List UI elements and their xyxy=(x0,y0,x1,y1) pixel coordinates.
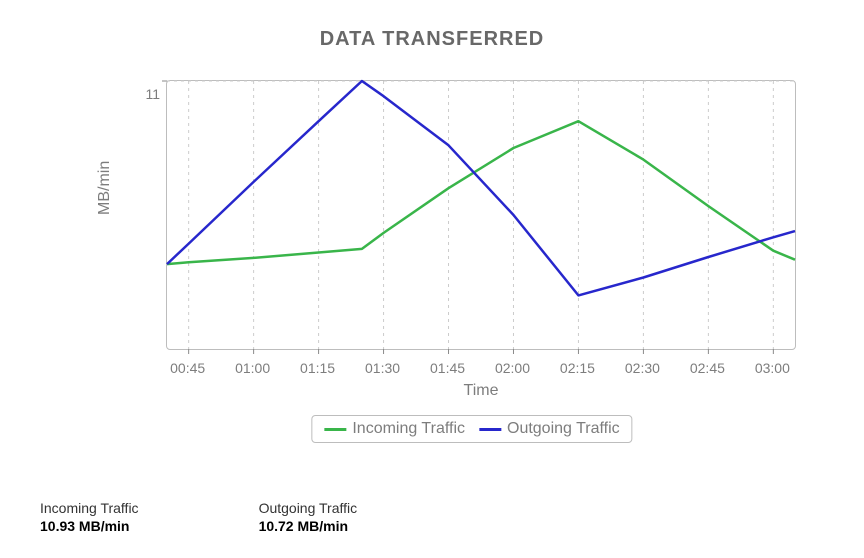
x-tick-label: 01:30 xyxy=(365,360,400,376)
x-tick-label: 02:30 xyxy=(625,360,660,376)
stat-label: Incoming Traffic xyxy=(40,500,139,516)
stat-outgoing: Outgoing Traffic 10.72 MB/min xyxy=(259,500,358,534)
stat-label: Outgoing Traffic xyxy=(259,500,358,516)
legend-item: Incoming Traffic xyxy=(324,420,465,438)
chart-title: DATA TRANSFERRED xyxy=(0,0,864,51)
legend: Incoming Traffic Outgoing Traffic xyxy=(311,415,632,443)
x-tick-label: 01:15 xyxy=(300,360,335,376)
plot-svg xyxy=(167,81,795,349)
plot-area xyxy=(166,80,796,350)
legend-label: Incoming Traffic xyxy=(352,420,465,438)
x-tick-row: 00:45 01:00 01:15 01:30 01:45 02:00 02:15 02:30… xyxy=(166,360,796,380)
x-tick-label: 02:15 xyxy=(560,360,595,376)
y-tick-label: 11 xyxy=(135,86,160,102)
series-lines xyxy=(167,81,795,295)
x-tick-label: 01:45 xyxy=(430,360,465,376)
chart-container: DATA TRANSFERRED MB/min 11 00:45 01:00 01:… xyxy=(0,0,864,558)
x-tick-label: 02:00 xyxy=(495,360,530,376)
stat-incoming: Incoming Traffic 10.93 MB/min xyxy=(40,500,139,534)
stat-value: 10.72 MB/min xyxy=(259,518,358,534)
x-tick-label: 02:45 xyxy=(690,360,725,376)
series-incoming-traffic xyxy=(167,121,795,264)
stats-row: Incoming Traffic 10.93 MB/min Outgoing T… xyxy=(40,500,357,534)
legend-label: Outgoing Traffic xyxy=(507,420,620,438)
x-tick-label: 03:00 xyxy=(755,360,790,376)
x-tick-label: 01:00 xyxy=(235,360,270,376)
legend-item: Outgoing Traffic xyxy=(479,420,620,438)
series-outgoing-traffic xyxy=(167,81,795,295)
y-axis-label: MB/min xyxy=(96,161,114,215)
x-axis-label: Time xyxy=(166,382,796,400)
legend-swatch xyxy=(324,428,346,431)
stat-value: 10.93 MB/min xyxy=(40,518,139,534)
x-tick-label: 00:45 xyxy=(170,360,205,376)
legend-swatch xyxy=(479,428,501,431)
gridlines xyxy=(162,81,795,354)
